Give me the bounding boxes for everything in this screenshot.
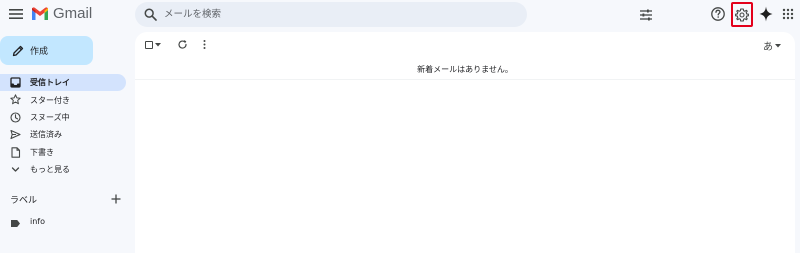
pencil-icon <box>12 45 24 56</box>
compose-button[interactable]: 作成 <box>0 36 93 65</box>
sidebar-item-inbox[interactable]: 受信トレイ <box>0 74 126 92</box>
sidebar-item-label: スター付き <box>30 95 70 105</box>
labels-title: ラベル <box>10 196 38 206</box>
sidebar-item-label: スヌーズ中 <box>30 112 70 122</box>
list-toolbar: あ <box>135 32 795 57</box>
empty-inbox-message: 新着メールはありません。 <box>417 65 513 74</box>
main-menu-button[interactable] <box>8 6 24 22</box>
draft-icon <box>11 146 21 158</box>
select-all-checkbox[interactable] <box>145 40 167 50</box>
sidebar-item-starred[interactable]: スター付き <box>0 91 128 108</box>
labels-header: ラベル <box>10 193 125 207</box>
chevron-down-icon <box>11 167 20 172</box>
sidebar-nav: 受信トレイ スター付き スヌーズ中 送信済み 下書き もっと見る <box>0 74 128 178</box>
caret-down-icon <box>775 43 781 47</box>
gemini-sparkle-icon[interactable] <box>759 6 773 22</box>
label-item-info[interactable]: info <box>0 215 128 231</box>
refresh-icon[interactable] <box>177 39 188 50</box>
search-options-icon[interactable] <box>639 8 653 22</box>
gmail-m-icon <box>32 6 48 20</box>
compose-label: 作成 <box>30 47 49 57</box>
label-item-label: info <box>30 217 46 226</box>
search-bar[interactable] <box>135 2 652 27</box>
sidebar-item-label: 受信トレイ <box>30 78 70 88</box>
search-input[interactable] <box>164 6 484 23</box>
google-apps-icon[interactable] <box>782 8 794 20</box>
sidebar-item-label: もっと見る <box>30 165 70 175</box>
inbox-icon <box>10 77 21 88</box>
sidebar-item-label: 送信済み <box>30 130 62 140</box>
input-tools-toggle[interactable]: あ <box>763 38 781 53</box>
search-icon[interactable] <box>144 8 157 21</box>
message-list-panel: あ 新着メールはありません。 <box>135 32 795 253</box>
checkbox-box <box>145 41 153 49</box>
sidebar-item-label: 下書き <box>30 147 54 157</box>
more-vert-icon[interactable] <box>199 39 210 50</box>
help-icon[interactable] <box>710 6 726 22</box>
send-icon <box>10 130 21 140</box>
add-label-icon[interactable] <box>110 193 122 205</box>
top-bar: Gmail <box>0 0 800 30</box>
label-tag-icon <box>11 220 20 227</box>
gmail-logo[interactable]: Gmail <box>31 5 92 22</box>
sidebar-item-sent[interactable]: 送信済み <box>0 126 128 143</box>
settings-button[interactable] <box>731 2 753 27</box>
caret-down-icon <box>155 43 161 47</box>
sidebar-item-more[interactable]: もっと見る <box>0 161 128 178</box>
sidebar-item-drafts[interactable]: 下書き <box>0 144 128 161</box>
star-icon <box>10 94 21 105</box>
gmail-logo-text: Gmail <box>53 5 93 22</box>
input-mode-label: あ <box>763 42 773 53</box>
sidebar-item-snoozed[interactable]: スヌーズ中 <box>0 109 128 126</box>
clock-icon <box>10 112 21 123</box>
gear-icon <box>735 7 749 22</box>
divider <box>135 79 795 80</box>
hamburger-icon <box>9 9 23 19</box>
